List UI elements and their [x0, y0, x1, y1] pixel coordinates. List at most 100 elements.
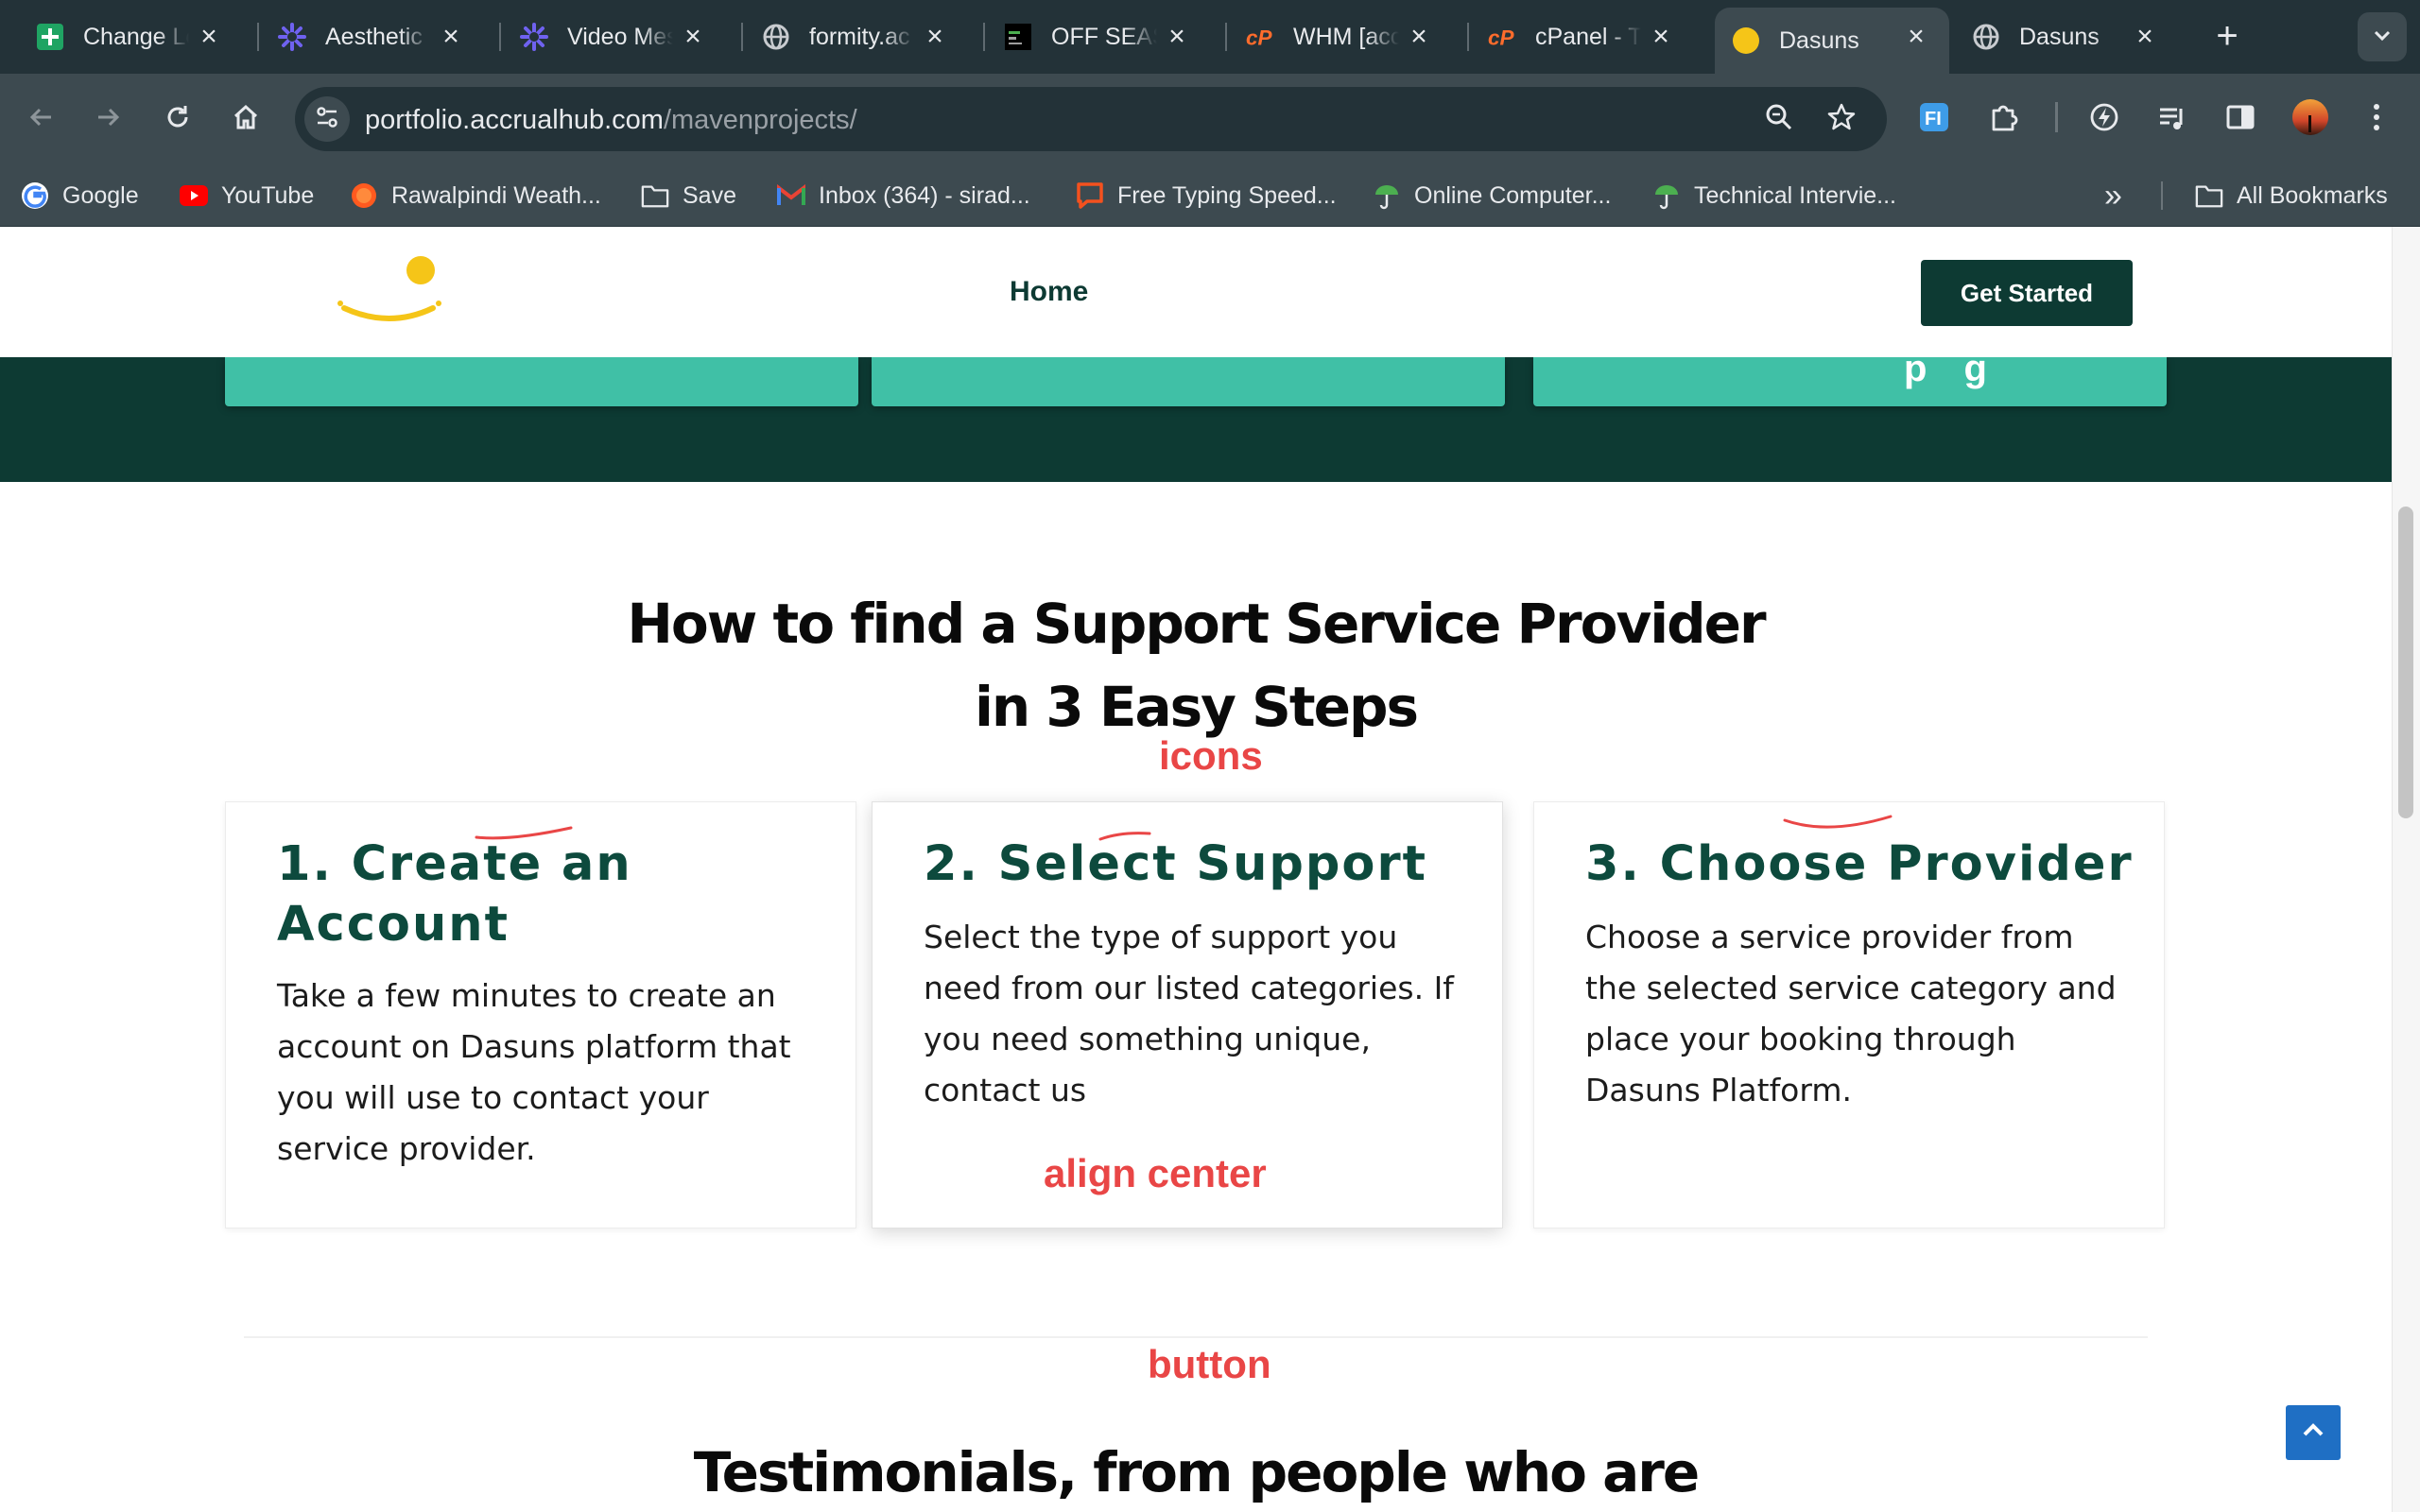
gmail-icon	[777, 181, 805, 210]
chevron-up-icon	[2299, 1417, 2327, 1450]
step-title: 1. Create an Account	[277, 836, 632, 953]
lightning-circle-icon	[2088, 101, 2120, 138]
folder-icon	[641, 181, 669, 210]
step-title: 3. Choose Provider	[1585, 836, 2134, 892]
get-started-button[interactable]: Get Started	[1921, 260, 2133, 326]
browser-tab[interactable]: Dasuns ×	[1936, 8, 2178, 66]
bookmarks-overflow-button[interactable]: »	[2104, 178, 2122, 214]
section-title-line-1: How to find a Support Service Provider	[627, 592, 1766, 656]
section-divider	[244, 1336, 2148, 1338]
bookmark-online-computer[interactable]: Online Computer...	[1373, 178, 1611, 214]
browser-tab[interactable]: formity.ac ×	[726, 8, 968, 66]
close-tab-icon[interactable]: ×	[919, 21, 951, 53]
page-scrollbar-thumb[interactable]	[2398, 507, 2413, 818]
bookmark-star-button[interactable]	[1819, 96, 1864, 142]
chevron-down-icon	[2371, 24, 2394, 51]
new-tab-button[interactable]: +	[2208, 17, 2246, 55]
page-scrollbar[interactable]	[2392, 227, 2420, 1512]
close-tab-icon[interactable]: ×	[1403, 21, 1435, 53]
reload-button[interactable]	[155, 96, 200, 142]
bookmark-typing-speed[interactable]: Free Typing Speed...	[1076, 178, 1337, 214]
site-info-button[interactable]	[304, 96, 350, 142]
bookmark-gmail[interactable]: Inbox (364) - sirad...	[777, 178, 1030, 214]
step-card-1: 1. Create an Account Take a few minutes …	[225, 801, 856, 1228]
google-icon	[21, 181, 49, 210]
all-bookmarks-button[interactable]: All Bookmarks	[2195, 178, 2388, 214]
bookmark-google[interactable]: Google	[21, 178, 139, 214]
umbrella-icon	[1652, 181, 1681, 210]
browser-tab[interactable]: cP WHM [acc ×	[1210, 8, 1452, 66]
url-path: /mavenprojects/	[663, 105, 857, 135]
annotation-squiggle	[1098, 832, 1151, 841]
step-body: Select the type of support you need from…	[924, 919, 1454, 1108]
umbrella-icon	[1373, 181, 1401, 210]
puzzle-icon	[1988, 101, 2020, 138]
star-icon	[1826, 102, 1857, 137]
extension-fi-button[interactable]: FI	[1911, 96, 1957, 142]
bookmark-folder-save[interactable]: Save	[641, 178, 736, 214]
browser-tab[interactable]: Change Lo ×	[0, 8, 242, 66]
youtube-icon	[180, 181, 208, 210]
bookmark-youtube[interactable]: YouTube	[180, 178, 314, 214]
feature-card[interactable]	[1533, 357, 2167, 406]
fi-extension-icon: FI	[1918, 101, 1950, 138]
magnifier-zoom-icon	[1764, 102, 1794, 137]
playlist-music-icon	[2156, 101, 2188, 138]
annotation-squiggle	[475, 826, 573, 840]
media-controls-button[interactable]	[2150, 96, 2195, 142]
browser-tab[interactable]: Video Mes ×	[484, 8, 726, 66]
tab-search-button[interactable]	[2358, 12, 2407, 61]
feature-card[interactable]	[225, 357, 858, 406]
home-button[interactable]	[223, 96, 268, 142]
toolbar-separator	[2055, 102, 2058, 132]
bookmark-technical-interview[interactable]: Technical Intervie...	[1652, 178, 1896, 214]
forward-button[interactable]	[85, 96, 130, 142]
browser-tab[interactable]: OFF SEAS ×	[968, 8, 1210, 66]
folder-icon	[2195, 181, 2223, 210]
address-bar[interactable]: portfolio.accrualhub.com/mavenprojects/	[295, 87, 1887, 151]
close-tab-icon[interactable]: ×	[677, 21, 709, 53]
dasuns-favicon	[1732, 26, 1760, 55]
profile-button[interactable]	[2288, 96, 2333, 142]
back-button[interactable]	[19, 96, 64, 142]
annotation-squiggle	[1783, 815, 1893, 829]
annotation-icons: icons	[1159, 733, 1263, 778]
bookmark-weather[interactable]: Rawalpindi Weath...	[350, 178, 601, 214]
side-panel-icon	[2224, 101, 2256, 138]
browser-toolbar: portfolio.accrualhub.com/mavenprojects/ …	[0, 74, 2420, 164]
arrow-left-icon	[26, 102, 57, 137]
extensions-button[interactable]	[1981, 96, 2027, 142]
close-tab-icon[interactable]: ×	[1161, 21, 1193, 53]
bookmarks-bar: Google YouTube Rawalpindi Weath... Save …	[0, 164, 2420, 227]
sheets-icon	[36, 23, 64, 51]
cpanel-icon: cP	[1488, 23, 1516, 51]
arrow-right-icon	[93, 102, 123, 137]
side-panel-button[interactable]	[2218, 96, 2263, 142]
close-tab-icon[interactable]: ×	[1900, 21, 1932, 53]
chat-bubble-icon	[1076, 181, 1104, 210]
dasuns-logo[interactable]	[331, 249, 454, 340]
step-title: 2. Select Support	[924, 836, 1427, 892]
close-tab-icon[interactable]: ×	[435, 21, 467, 53]
browser-tab-strip: Change Lo × Aesthetic × Video Mes × form…	[0, 0, 2420, 74]
browser-tab[interactable]: Aesthetic ×	[242, 8, 484, 66]
browser-menu-button[interactable]	[2354, 96, 2399, 142]
feature-card[interactable]	[872, 357, 1505, 406]
back-to-top-button[interactable]	[2286, 1405, 2341, 1460]
step-card-3: 3. Choose Provider Choose a service prov…	[1533, 801, 2165, 1228]
browser-tab[interactable]: cP cPanel - T ×	[1452, 8, 1694, 66]
nav-link-home[interactable]: Home	[1010, 276, 1088, 308]
close-tab-icon[interactable]: ×	[193, 21, 225, 53]
testimonials-title: Testimonials, from people who are	[693, 1440, 1700, 1504]
step-body: Take a few minutes to create an account …	[277, 977, 791, 1167]
close-tab-icon[interactable]: ×	[1645, 21, 1677, 53]
svg-text:cP: cP	[1246, 26, 1273, 49]
browser-tab-active[interactable]: Dasuns ×	[1715, 8, 1949, 74]
annotation-align-center: align center	[1044, 1151, 1267, 1195]
home-icon	[231, 102, 261, 137]
performance-button[interactable]	[2082, 96, 2127, 142]
url-text[interactable]: portfolio.accrualhub.com/mavenprojects/	[365, 105, 857, 136]
close-tab-icon[interactable]: ×	[2129, 21, 2161, 53]
zoom-button[interactable]	[1756, 96, 1802, 142]
web-page-viewport: Home Get Started p g How to find a Suppo…	[0, 227, 2392, 1512]
